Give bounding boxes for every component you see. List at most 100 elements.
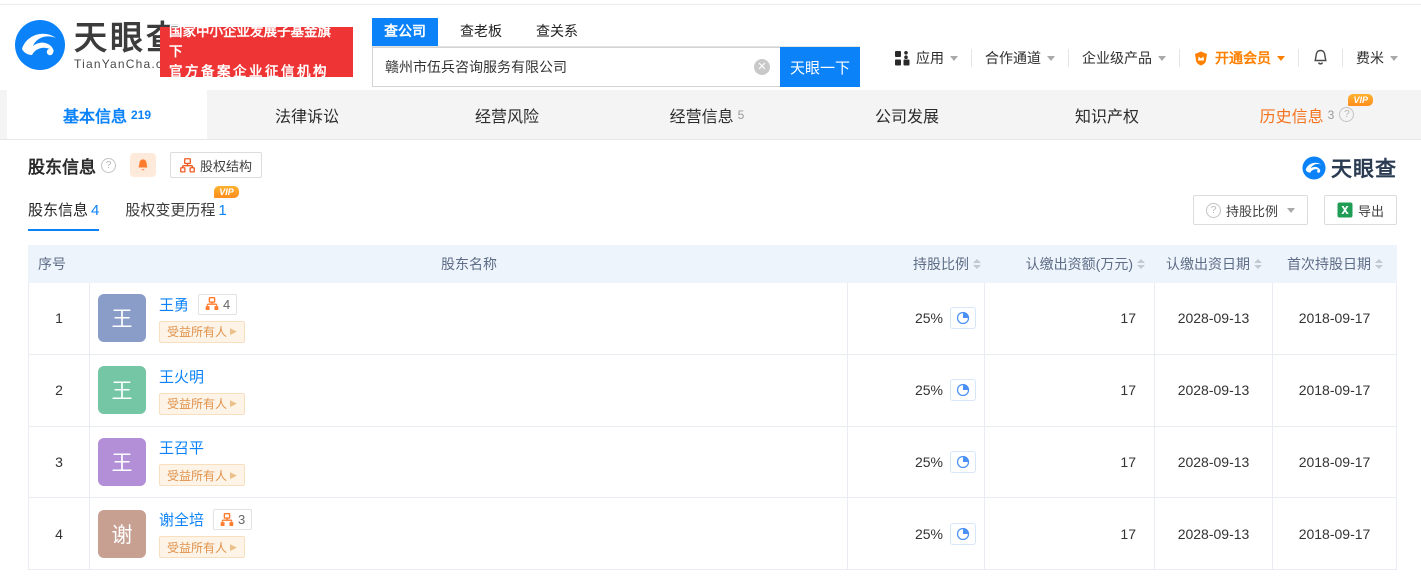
org-chart-icon [205,297,219,311]
tab-label: 公司发展 [874,108,939,126]
search-tab-relation[interactable]: 查关系 [524,18,590,46]
org-chart-icon [220,512,234,526]
tab-label: 经营信息 [669,108,734,126]
tab-label: 历史信息 [1259,108,1324,126]
shareholder-subtabs: 股东信息 4 VIP 股权变更历程 1 [28,186,239,231]
ratio-value: 25% [914,525,943,542]
table-row: 1 王 王勇 4 受益所有人 ▶ 25% 17 2028-09-13 2018-… [28,283,1397,355]
shareholder-name-link[interactable]: 王勇 [159,294,189,315]
tab-company-development[interactable]: 公司发展 [807,90,1007,139]
pie-chart-button[interactable] [950,522,976,545]
pie-chart-button[interactable] [950,307,976,330]
badge-line1: 国家中小企业发展子基金旗下 [169,24,331,59]
beneficial-owner-tag[interactable]: 受益所有人 ▶ [159,464,245,487]
crown-icon [1193,51,1209,66]
ratio-value: 25% [914,310,943,327]
sort-icon[interactable] [973,259,981,269]
chevron-down-icon [1158,55,1166,61]
sort-icon[interactable] [1137,259,1145,269]
nav-open-vip-label: 开通会员 [1215,50,1271,66]
tab-label: 法律诉讼 [274,108,339,126]
tab-count: 219 [130,107,152,122]
site-header: 天眼查 TianYanCha.com 国家中小企业发展子基金旗下 官方备案企业征… [0,5,1421,90]
vip-badge: VIP [1348,94,1373,106]
nav-notifications[interactable] [1298,49,1342,67]
search-tab-boss[interactable]: 查老板 [448,18,514,46]
table-row: 3 王 王召平 受益所有人 ▶ 25% 17 2028-09-13 2018-0… [28,426,1397,499]
shareholder-name-link[interactable]: 王召平 [159,437,204,458]
commit-date-cell: 2028-09-13 [1155,426,1273,498]
nav-user-label: 费米 [1356,50,1384,66]
subtab-shareholders[interactable]: 股东信息 4 [28,199,100,231]
tab-operation-info[interactable]: 经营信息 5 [607,90,807,139]
subscribe-bell-button[interactable] [130,153,156,177]
ratio-cell: 25% [848,354,985,426]
nav-enterprise[interactable]: 企业级产品 [1068,49,1179,67]
beneficial-owner-tag[interactable]: 受益所有人 ▶ [159,536,245,559]
pie-chart-button[interactable] [950,379,976,402]
arrow-right-icon: ▶ [230,469,237,480]
related-companies-badge[interactable]: 3 [213,509,253,531]
nav-apps-label: 应用 [916,50,944,66]
nav-user[interactable]: 费米 [1342,49,1411,67]
pie-chart-button[interactable] [950,450,976,473]
col-subscribed-date[interactable]: 认缴出资日期 [1155,254,1273,274]
beneficial-owner-tag[interactable]: 受益所有人 ▶ [159,392,245,415]
help-icon[interactable]: ? [101,157,116,173]
first-date-cell: 2018-09-17 [1273,283,1397,354]
commit-date-cell: 2028-09-13 [1155,283,1273,354]
tab-history-info[interactable]: VIP 历史信息 3 ? [1207,90,1407,139]
help-icon[interactable]: ? [1339,107,1355,122]
equity-structure-label: 股权结构 [200,158,253,174]
related-companies-badge[interactable]: 4 [198,293,238,315]
tab-label: 知识产权 [1074,108,1139,126]
subtab-equity-change-history[interactable]: VIP 股权变更历程 1 [125,186,239,229]
tab-intellectual-property[interactable]: 知识产权 [1007,90,1207,139]
table-row: 2 王 王火明 受益所有人 ▶ 25% 17 2028-09-13 2018-0… [28,354,1397,427]
pie-chart-icon [956,383,970,397]
chevron-down-icon [1047,55,1055,61]
col-first-holding-date[interactable]: 首次持股日期 [1273,254,1397,274]
nav-apps[interactable]: 应用 [882,49,971,67]
shareholder-name-link[interactable]: 谢全培 [159,509,204,530]
search-module: 查公司 查老板 查关系 ✕ 天眼一下 [372,18,860,87]
seq-cell: 2 [28,354,90,426]
tab-legal[interactable]: 法律诉讼 [207,90,407,139]
clear-icon[interactable]: ✕ [754,59,770,75]
beneficial-owner-tag[interactable]: 受益所有人 ▶ [159,320,245,343]
col-shareholding-ratio[interactable]: 持股比例 [848,254,985,274]
sort-icon[interactable] [1254,259,1262,269]
first-date-cell: 2018-09-17 [1273,498,1397,569]
chevron-down-icon [950,55,958,61]
tianyancha-watermark: 天眼查 [1302,153,1397,183]
col-subscribed-capital[interactable]: 认缴出资额(万元) [985,254,1155,274]
sort-icon[interactable] [1375,259,1383,269]
shareholder-cell: 王 王勇 4 受益所有人 ▶ [90,283,848,354]
arrow-right-icon: ▶ [230,541,237,552]
col-shareholder-name: 股东名称 [441,256,497,272]
search-input[interactable] [372,47,780,87]
bell-icon [138,158,148,170]
equity-structure-button[interactable]: 股权结构 [170,152,263,178]
search-button[interactable]: 天眼一下 [780,47,860,87]
table-tools: ? 持股比例 导出 [1192,195,1397,225]
export-button[interactable]: 导出 [1323,195,1397,225]
shareholding-ratio-filter-button[interactable]: ? 持股比例 [1192,195,1308,225]
shareholder-name-link[interactable]: 王火明 [159,366,204,387]
nav-open-vip[interactable]: 开通会员 [1179,49,1298,67]
certification-badge: 国家中小企业发展子基金旗下 官方备案企业征信机构 [160,24,353,79]
tab-operation-risk[interactable]: 经营风险 [407,90,607,139]
shareholders-table: 序号 股东名称 持股比例 认缴出资额(万元) 认缴出资日期 首次持股日期 1 王… [28,245,1397,570]
tab-basic-info[interactable]: 基本信息 219 [7,90,207,139]
ratio-value: 25% [914,382,943,399]
subtab-label: 股东信息 [28,202,89,219]
vip-badge: VIP [214,186,239,198]
site-logo[interactable]: 天眼查 TianYanCha.com [14,19,182,71]
related-companies-count: 4 [223,296,231,312]
section-title: 股东信息 [28,157,96,177]
nav-partner[interactable]: 合作通道 [971,49,1068,67]
top-nav: 应用 合作通道 企业级产品 开通会员 费米 [882,43,1411,73]
shareholder-cell: 谢 谢全培 3 受益所有人 ▶ [90,498,848,569]
table-row: 4 谢 谢全培 3 受益所有人 ▶ 25% 17 2028-09-13 2018… [28,498,1397,570]
search-tab-company[interactable]: 查公司 [372,18,438,46]
